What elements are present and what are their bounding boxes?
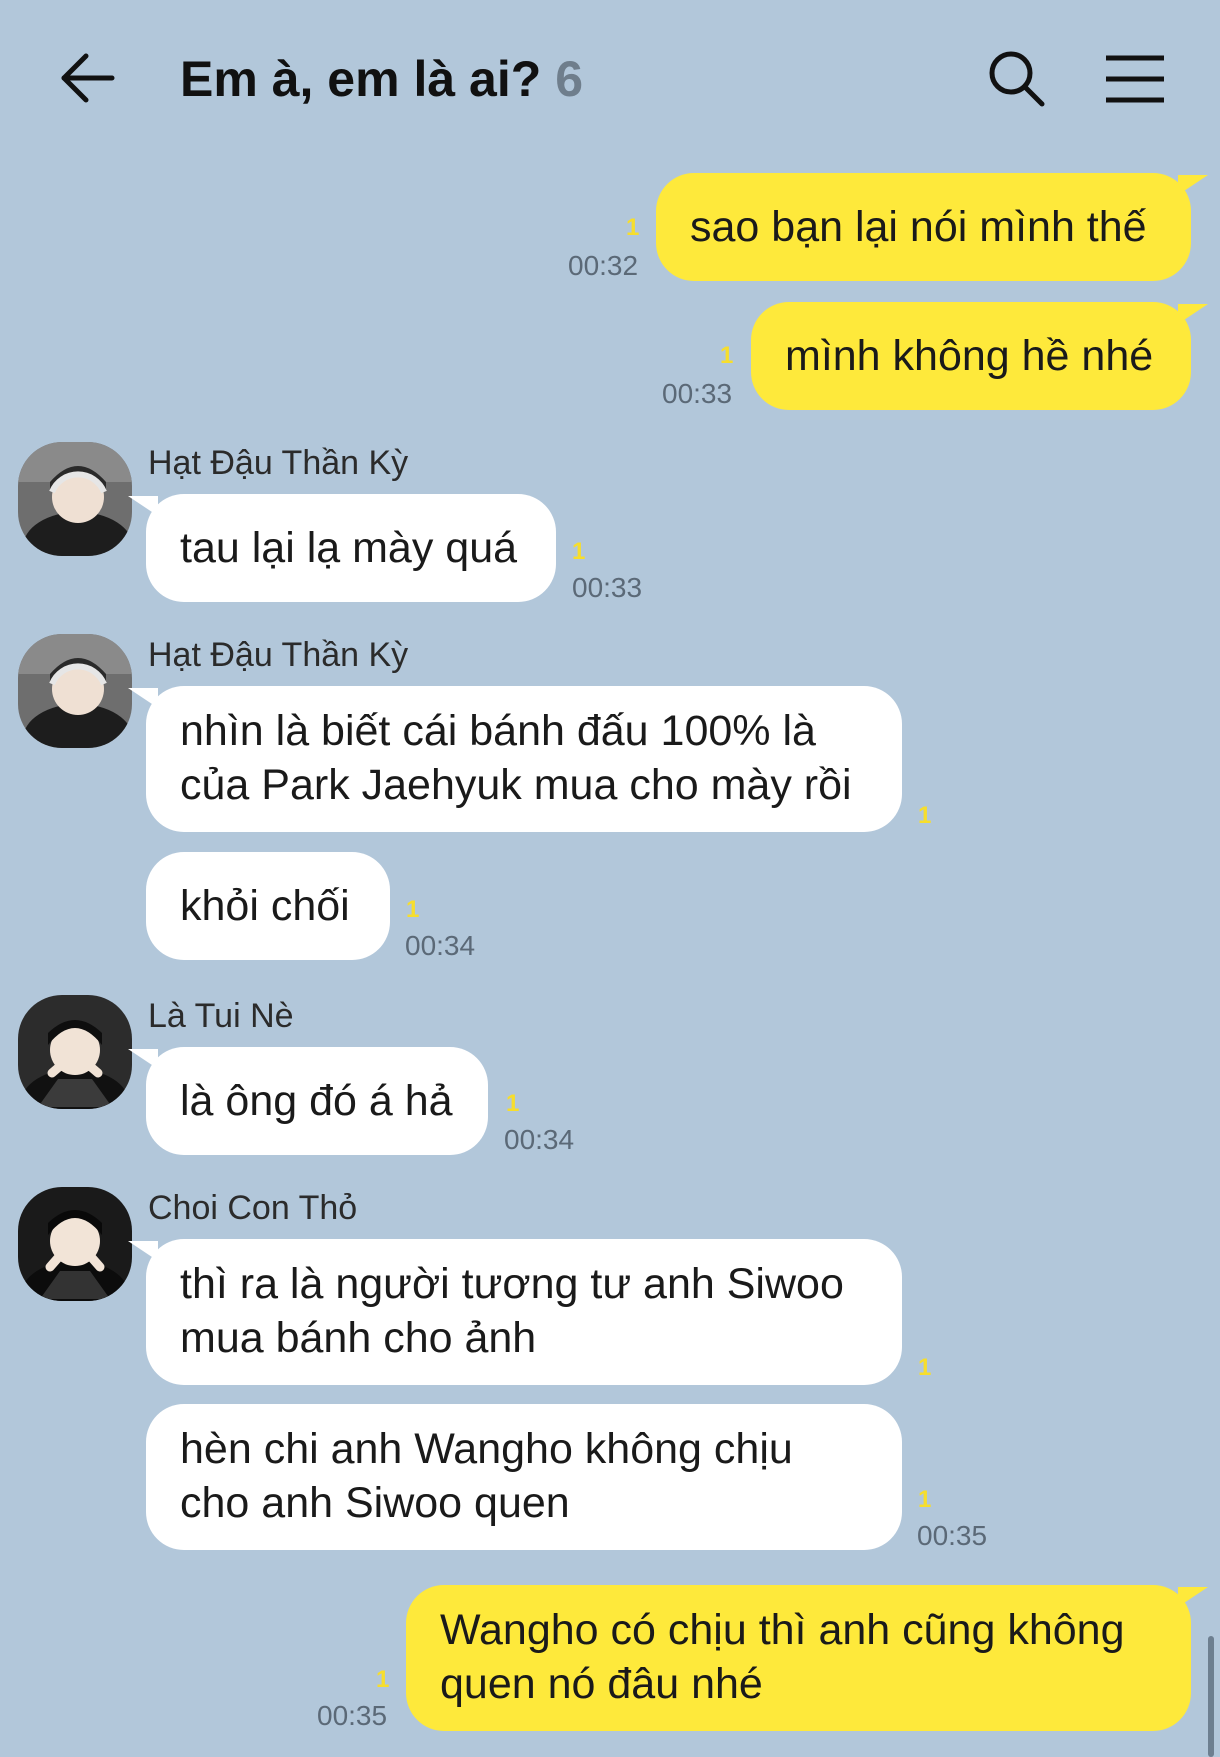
other-message-bubble[interactable]: nhìn là biết cái bánh đấu 100% là của Pa…	[146, 686, 902, 832]
back-arrow-icon[interactable]	[58, 48, 118, 108]
message-line: quen nó đâu nhé	[440, 1660, 763, 1708]
scrollbar[interactable]	[1208, 1636, 1214, 1757]
message-time: 00:33	[572, 572, 643, 603]
message-line: nhìn là biết cái bánh đấu 100% là	[180, 707, 816, 755]
chat-header: Em à, em là ai? 6	[0, 0, 1220, 160]
other-message-bubble[interactable]: hèn chi anh Wangho không chịu cho anh Si…	[146, 1404, 902, 1550]
other-message-bubble[interactable]: thì ra là người tương tư anh Siwoo mua b…	[146, 1239, 902, 1385]
message-time: 00:35	[917, 1520, 988, 1551]
message-time: 00:32	[568, 250, 639, 281]
other-message-bubble[interactable]: tau lại lạ mày quá	[146, 494, 556, 602]
bubble-tail	[128, 1049, 158, 1069]
menu-icon[interactable]	[1104, 52, 1166, 106]
unread-count: 1	[626, 214, 640, 241]
message-time: 00:33	[662, 378, 733, 409]
search-icon[interactable]	[986, 48, 1048, 110]
message-text: mình không hề nhé	[785, 332, 1154, 380]
bubble-tail	[1178, 175, 1208, 195]
my-message-bubble[interactable]: sao bạn lại nói mình thế	[656, 173, 1191, 281]
other-message-bubble[interactable]: khỏi chối	[146, 852, 390, 960]
message-time: 00:34	[504, 1124, 575, 1155]
unread-count: 1	[572, 538, 586, 565]
chat-title-text: Em à, em là ai?	[180, 51, 542, 107]
avatar[interactable]	[18, 1187, 132, 1301]
message-text: tau lại lạ mày quá	[180, 524, 518, 572]
message-text: sao bạn lại nói mình thế	[690, 203, 1147, 251]
unread-count: 1	[376, 1666, 390, 1693]
message-line: Wangho có chịu thì anh cũng không	[440, 1606, 1125, 1654]
unread-count: 1	[506, 1090, 520, 1117]
chat-title: Em à, em là ai? 6	[180, 50, 583, 108]
bubble-tail	[128, 496, 158, 516]
other-message-bubble[interactable]: là ông đó á hả	[146, 1047, 488, 1155]
message-time: 00:35	[317, 1700, 388, 1731]
avatar[interactable]	[18, 634, 132, 748]
message-text: là ông đó á hả	[180, 1077, 453, 1125]
avatar[interactable]	[18, 442, 132, 556]
bubble-tail	[1178, 304, 1208, 324]
unread-count: 1	[918, 1486, 932, 1513]
avatar[interactable]	[18, 995, 132, 1109]
unread-count: 1	[406, 896, 420, 923]
message-line: thì ra là người tương tư anh Siwoo	[180, 1260, 844, 1308]
unread-count: 1	[720, 342, 734, 369]
message-line: hèn chi anh Wangho không chịu	[180, 1425, 793, 1473]
sender-name: Hạt Đậu Thần Kỳ	[148, 636, 409, 674]
unread-count: 1	[918, 802, 932, 829]
bubble-tail	[128, 688, 158, 708]
message-time: 00:34	[405, 930, 476, 961]
message-line: cho anh Siwoo quen	[180, 1479, 570, 1527]
sender-name: Hạt Đậu Thần Kỳ	[148, 444, 409, 482]
sender-name: Choi Con Thỏ	[148, 1189, 358, 1227]
bubble-tail	[128, 1241, 158, 1261]
message-line: mua bánh cho ảnh	[180, 1314, 537, 1362]
message-text: khỏi chối	[180, 882, 350, 930]
bubble-tail	[1178, 1587, 1208, 1607]
my-message-bubble[interactable]: mình không hề nhé	[751, 302, 1191, 410]
message-line: của Park Jaehyuk mua cho mày rồi	[180, 761, 852, 809]
my-message-bubble[interactable]: Wangho có chịu thì anh cũng không quen n…	[406, 1585, 1191, 1731]
member-count: 6	[555, 51, 584, 107]
unread-count: 1	[918, 1354, 932, 1381]
sender-name: Là Tui Nè	[148, 997, 294, 1035]
